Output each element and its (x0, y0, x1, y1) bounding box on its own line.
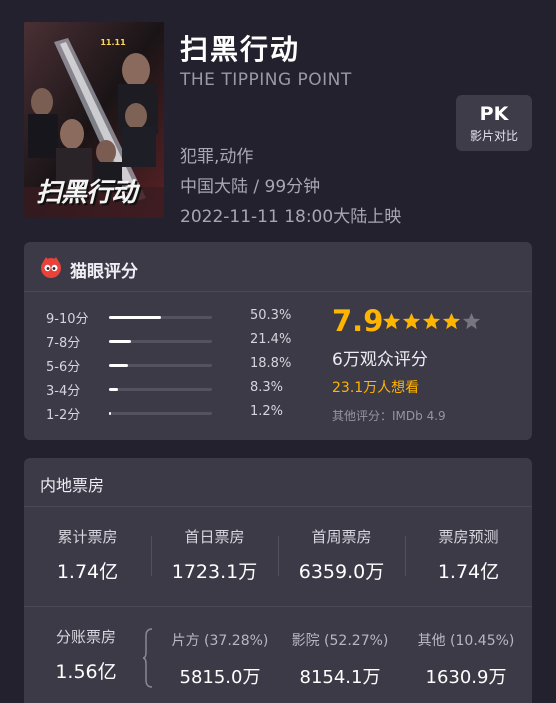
pk-sublabel: 影片对比 (469, 129, 518, 143)
want-to-see-count[interactable]: 23.1万人想看 (332, 377, 419, 397)
split-cinema-label: 影院 (52.27%) (291, 633, 389, 649)
pk-compare-button[interactable]: PK 影片对比 (456, 95, 532, 151)
split-cinema: 影院 (52.27%) 8154.1万 (280, 630, 400, 689)
rating-dist-label: 1-2分 (46, 408, 81, 423)
stat-first-week-label: 首周票房 (311, 528, 372, 546)
stat-forecast-label: 票房预测 (438, 528, 499, 546)
rating-dist-bar-fill (109, 388, 118, 391)
rating-dist-percent: 50.3% (250, 308, 292, 323)
stat-forecast-value: 1.74亿 (437, 561, 500, 583)
split-total-value: 1.56亿 (55, 661, 117, 683)
stat-forecast[interactable]: 票房预测 1.74亿 (405, 526, 532, 584)
rating-dist-percent: 1.2% (250, 404, 284, 419)
stat-total: 累计票房 1.74亿 (24, 526, 151, 584)
stat-first-day-label: 首日票房 (184, 528, 245, 546)
movie-header: 11.11 扫黑行动 扫黑行动 THE TIPPING POINT 犯罪,动作 … (0, 0, 556, 238)
rating-dist-bar-fill (109, 340, 132, 343)
star-empty-icon (462, 312, 481, 330)
movie-title: 扫黑行动 (180, 33, 301, 66)
star-filled-icon (442, 312, 461, 330)
movie-english-title: THE TIPPING POINT (180, 70, 352, 90)
rating-dist-percent: 21.4% (250, 332, 292, 347)
rating-dist-label: 5-6分 (46, 360, 81, 375)
rating-dist-bar-track (109, 388, 212, 391)
split-total: 分账票房 1.56亿 (24, 626, 148, 684)
rating-section-title: 猫眼评分 (70, 262, 138, 282)
rating-dist-percent: 8.3% (250, 380, 284, 395)
stat-first-week-value: 6359.0万 (298, 561, 385, 583)
rating-dist-bar-track (109, 364, 212, 367)
rating-dist-percent: 18.8% (250, 356, 292, 371)
maoyan-cat-icon (41, 257, 61, 278)
audience-count: 6万观众评分 (332, 350, 428, 370)
rating-dist-bar-fill (109, 364, 129, 367)
rating-card: 猫眼评分 9-10分 50.3% 7-8分 21.4% 5-6分 18.8% 3-4分 8.3… (24, 242, 532, 440)
box-office-card: 内地票房 累计票房 1.74亿 首日票房 1723.1万 首周票房 6359.0… (24, 458, 532, 703)
box-office-header: 内地票房 (24, 458, 532, 507)
split-other: 其他 (10.45%) 1630.9万 (406, 630, 526, 689)
section-divider (24, 606, 532, 607)
split-total-label: 分账票房 (55, 628, 116, 646)
poster-date-text: 11.11 (100, 38, 126, 47)
split-producer-label: 片方 (37.28%) (171, 633, 269, 649)
pk-label: PK (479, 103, 509, 125)
stat-total-label: 累计票房 (57, 528, 118, 546)
rating-dist-bar-fill (109, 412, 111, 415)
rating-dist-label: 3-4分 (46, 384, 81, 399)
stat-total-value: 1.74亿 (56, 561, 119, 583)
movie-genres: 犯罪,动作 (180, 147, 254, 167)
rating-stars (382, 312, 482, 332)
rating-dist-label: 7-8分 (46, 336, 81, 351)
split-other-value: 1630.9万 (425, 667, 507, 688)
split-producer-value: 5815.0万 (179, 667, 261, 688)
rating-dist-row: 3-4分 8.3% (46, 380, 296, 399)
rating-dist-bar-track (109, 412, 212, 415)
stat-first-day: 首日票房 1723.1万 (151, 526, 278, 584)
rating-dist-bar-track (109, 340, 212, 343)
rating-dist-row: 9-10分 50.3% (46, 308, 296, 327)
star-filled-icon (402, 312, 421, 330)
movie-release: 2022-11-11 18:00大陆上映 (180, 207, 402, 227)
split-producer: 片方 (37.28%) 5815.0万 (160, 630, 280, 689)
movie-region-duration: 中国大陆 / 99分钟 (180, 177, 321, 197)
star-filled-icon (422, 312, 441, 330)
stat-first-week: 首周票房 6359.0万 (278, 526, 405, 584)
rating-dist-label: 9-10分 (46, 312, 89, 327)
other-rating: 其他评分：IMDb 4.9 (332, 409, 446, 423)
star-filled-icon (382, 312, 401, 330)
rating-dist-bar-track (109, 316, 212, 319)
rating-dist-row: 1-2分 1.2% (46, 404, 296, 423)
split-other-label: 其他 (10.45%) (417, 633, 515, 649)
stat-first-day-value: 1723.1万 (171, 561, 258, 583)
rating-header: 猫眼评分 (24, 242, 532, 292)
movie-poster[interactable]: 11.11 扫黑行动 (24, 22, 164, 218)
box-office-title: 内地票房 (40, 476, 105, 495)
rating-dist-row: 5-6分 18.8% (46, 356, 296, 375)
rating-dist-bar-fill (109, 316, 161, 319)
rating-dist-row: 7-8分 21.4% (46, 332, 296, 351)
split-cinema-value: 8154.1万 (299, 667, 381, 688)
bracket-icon (142, 628, 153, 688)
poster-title-text: 扫黑行动 (36, 178, 137, 208)
rating-score: 7.9 (332, 304, 384, 338)
